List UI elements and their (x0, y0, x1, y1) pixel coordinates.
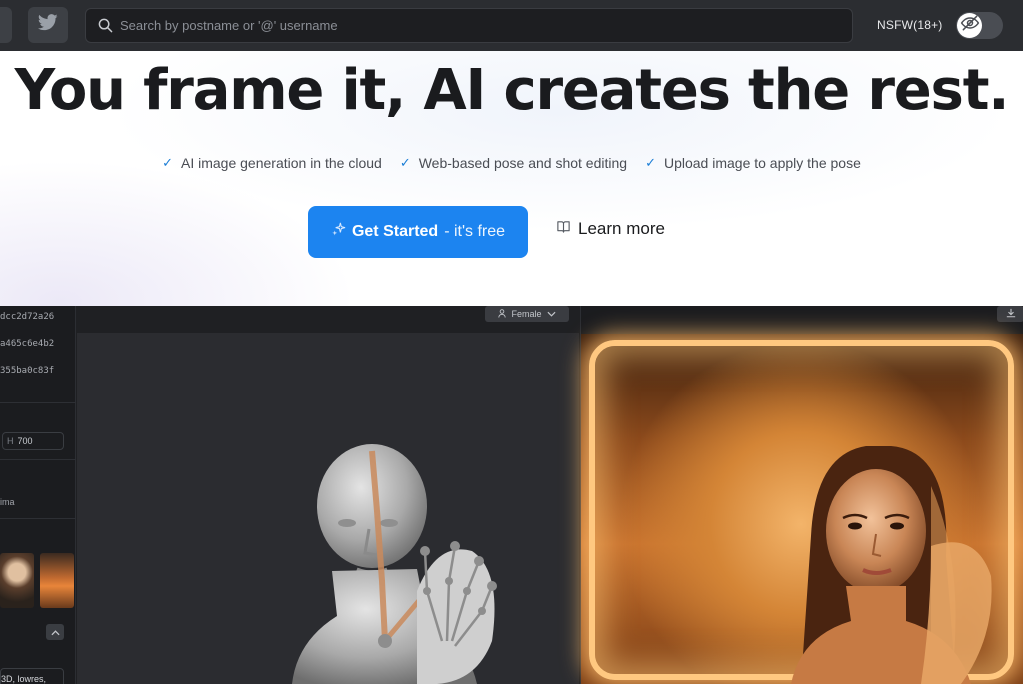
negative-prompt-field[interactable]: 3D, lowres, (0, 668, 64, 684)
chevron-down-icon (546, 309, 556, 319)
learn-more-label: Learn more (578, 219, 665, 238)
cta-sub-label: - it's free (444, 223, 506, 240)
feature-text: AI image generation in the cloud (181, 155, 382, 171)
toggle-knob (957, 13, 982, 38)
height-label: H (7, 436, 14, 446)
nsfw-label: NSFW(18+) (877, 18, 943, 32)
search-bar (85, 8, 853, 43)
gender-select[interactable]: Female (485, 306, 569, 322)
chevron-up-icon (50, 623, 60, 641)
app-preview: dcc2d72a26 a465c6e4b2 355ba0c83f H 700 im… (0, 306, 1023, 684)
check-icon: ✓ (399, 155, 411, 170)
prompt-text: 3D, lowres, (1, 674, 47, 684)
twitter-icon (37, 14, 58, 36)
divider (0, 459, 76, 460)
eye-off-icon (960, 13, 980, 38)
gender-value: Female (511, 309, 542, 319)
height-field[interactable]: H 700 (2, 432, 64, 450)
search-icon (98, 18, 113, 38)
feature-item: ✓ AI image generation in the cloud (162, 155, 382, 171)
height-value: 700 (17, 436, 33, 446)
feature-text: Web-based pose and shot editing (418, 155, 628, 171)
search-input[interactable] (120, 9, 820, 42)
menu-button[interactable] (0, 7, 12, 43)
divider (0, 518, 76, 519)
thumbnail-image[interactable] (40, 553, 74, 608)
nsfw-toggle[interactable] (956, 12, 1003, 39)
feature-item: ✓ Upload image to apply the pose (645, 155, 861, 171)
generated-portrait (781, 445, 1011, 684)
thumbnail-image[interactable] (0, 553, 34, 608)
pose-canvas[interactable]: Female (77, 306, 579, 684)
get-started-button[interactable]: Get Started - it's free (308, 206, 528, 258)
cta-main-label: Get Started (351, 223, 439, 240)
twitter-button[interactable] (28, 7, 68, 43)
job-hash[interactable]: a465c6e4b2 (0, 339, 54, 349)
user-icon (498, 308, 507, 320)
side-label: ima (0, 497, 15, 507)
check-icon: ✓ (162, 155, 173, 170)
learn-more-link[interactable]: Learn more (556, 219, 665, 239)
hero-section: You frame it, AI creates the rest. ✓ AI … (0, 51, 1023, 306)
check-icon: ✓ (645, 155, 656, 170)
hero-headline: You frame it, AI creates the rest. (14, 58, 1010, 123)
feature-list: ✓ AI image generation in the cloud ✓ Web… (0, 155, 1023, 171)
result-panel (580, 306, 1023, 684)
feature-item: ✓ Web-based pose and shot editing (400, 155, 627, 171)
download-button[interactable] (997, 306, 1023, 322)
mannequin-model[interactable] (277, 441, 517, 684)
collapse-button[interactable] (46, 624, 64, 640)
canvas-toolbar: Female (77, 306, 579, 333)
book-icon (556, 219, 571, 239)
top-bar: NSFW(18+) (0, 0, 1023, 51)
divider (0, 402, 76, 403)
download-icon (1006, 306, 1016, 323)
job-hash[interactable]: dcc2d72a26 (0, 312, 54, 322)
job-hash[interactable]: 355ba0c83f (0, 366, 54, 376)
sparkles-icon (331, 222, 346, 242)
feature-text: Upload image to apply the pose (663, 155, 861, 171)
preview-sidebar: dcc2d72a26 a465c6e4b2 355ba0c83f H 700 im… (0, 306, 76, 684)
